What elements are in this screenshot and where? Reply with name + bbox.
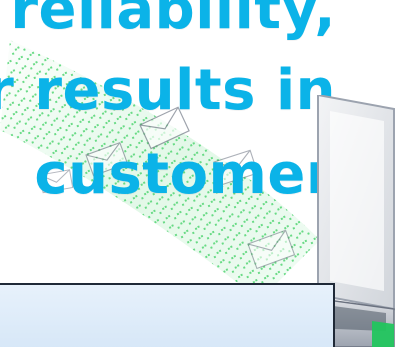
callout-box: [0, 283, 335, 347]
headline-line-1: reliability,: [10, 0, 336, 42]
marketing-banner: reliability, r results in customer: [0, 0, 396, 347]
